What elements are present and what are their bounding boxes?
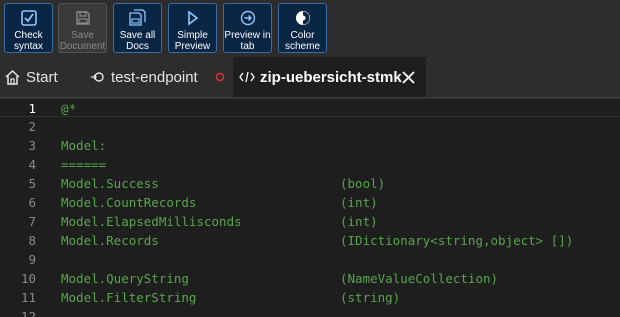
endpoint-icon xyxy=(89,70,105,84)
preview-in-tab-label: Preview in tab xyxy=(224,30,271,52)
line-number: 8 xyxy=(28,233,36,248)
code-type-comment: (int) xyxy=(340,195,378,210)
code-line[interactable]: 9 xyxy=(0,250,620,269)
save-document-button[interactable]: Save Document xyxy=(58,3,107,53)
code-text: ====== xyxy=(61,157,107,172)
tab-start[interactable]: Start xyxy=(0,57,80,97)
check-syntax-button[interactable]: Check syntax xyxy=(4,3,53,53)
code-line[interactable]: 8 Model.Records (IDictionary<string,obje… xyxy=(0,231,620,250)
color-scheme-button[interactable]: Color scheme xyxy=(278,3,327,53)
save-all-docs-button[interactable]: Save all Docs xyxy=(113,3,162,53)
code-text: @* xyxy=(61,101,77,116)
close-icon[interactable] xyxy=(401,70,416,85)
line-number: 11 xyxy=(20,290,36,305)
check-syntax-label: Check syntax xyxy=(14,30,43,52)
code-text: Model.ElapsedMillisconds xyxy=(61,214,242,229)
checkbox-icon xyxy=(19,8,39,28)
tab-test-endpoint-label: test-endpoint xyxy=(111,68,198,86)
line-number: 1 xyxy=(28,101,36,116)
code-text: Model.CountRecords xyxy=(61,195,197,210)
code-text: Model.Success xyxy=(61,176,159,191)
code-line[interactable]: 10 Model.QueryString (NameValueCollectio… xyxy=(0,269,620,288)
code-line[interactable]: 11 Model.FilterString (string) xyxy=(0,288,620,307)
code-line[interactable]: 12 xyxy=(0,307,620,317)
code-line[interactable]: 5 Model.Success (bool) xyxy=(0,174,620,193)
code-line[interactable]: 4 ====== xyxy=(0,155,620,174)
code-type-comment: (NameValueCollection) xyxy=(340,271,499,286)
tab-bar: Start test-endpoint zip-uebersicht-stmk xyxy=(0,57,620,98)
code-line[interactable]: 3 Model: xyxy=(0,136,620,155)
code-type-comment: (string) xyxy=(340,290,401,305)
contrast-icon xyxy=(293,8,313,28)
code-text: Model: xyxy=(61,138,107,153)
line-number: 9 xyxy=(28,252,36,267)
code-editor[interactable]: 1 @* 2 3 Model: 4 ====== 5 Model.Success… xyxy=(0,98,620,317)
floppy-disk-icon xyxy=(73,8,93,28)
tab-test-endpoint[interactable]: test-endpoint xyxy=(83,57,233,97)
line-number: 10 xyxy=(20,271,36,286)
preview-in-tab-button[interactable]: Preview in tab xyxy=(223,3,272,53)
save-document-label: Save Document xyxy=(59,30,106,52)
save-all-docs-label: Save all Docs xyxy=(119,30,156,52)
code-line[interactable]: 6 Model.CountRecords (int) xyxy=(0,193,620,212)
simple-preview-button[interactable]: Simple Preview xyxy=(168,3,217,53)
line-number: 7 xyxy=(28,214,36,229)
line-number: 4 xyxy=(28,157,36,172)
code-line[interactable]: 7 Model.ElapsedMillisconds (int) xyxy=(0,212,620,231)
code-text: Model.Records xyxy=(61,233,159,248)
color-scheme-label: Color scheme xyxy=(284,30,320,52)
line-number: 3 xyxy=(28,138,36,153)
arrow-circle-icon xyxy=(238,8,258,28)
code-text: Model.FilterString xyxy=(61,290,197,305)
floppy-disks-icon xyxy=(128,8,148,28)
code-text: Model.QueryString xyxy=(61,271,189,286)
line-number: 6 xyxy=(28,195,36,210)
home-icon xyxy=(2,69,22,86)
code-icon xyxy=(239,71,255,83)
line-number: 12 xyxy=(20,309,36,317)
toolbar: Check syntax Save Document Save all Docs… xyxy=(0,0,620,57)
tab-zip-uebersicht-stmk-label: zip-uebersicht-stmk xyxy=(260,68,402,86)
play-triangle-icon xyxy=(183,8,203,28)
code-type-comment: (bool) xyxy=(340,176,386,191)
code-type-comment: (IDictionary<string,object> []) xyxy=(340,233,574,248)
tab-start-label: Start xyxy=(26,68,58,86)
line-number: 2 xyxy=(28,119,36,134)
code-line[interactable]: 2 xyxy=(0,117,620,136)
code-line[interactable]: 1 @* xyxy=(0,98,620,117)
tab-zip-uebersicht-stmk[interactable]: zip-uebersicht-stmk xyxy=(233,57,426,97)
code-type-comment: (int) xyxy=(340,214,378,229)
line-number: 5 xyxy=(28,176,36,191)
unsaved-indicator-icon xyxy=(215,72,225,82)
simple-preview-label: Simple Preview xyxy=(174,30,211,52)
